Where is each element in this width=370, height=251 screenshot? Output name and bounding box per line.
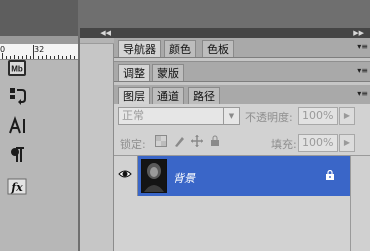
tab-swatches[interactable]: 色板 [202,40,234,57]
chevron-down-icon: ▼ [223,108,239,124]
ruler-label-32: 32 [34,45,45,54]
opacity-field[interactable]: 100% [298,107,338,125]
mini-bridge-icon[interactable]: Mb [6,57,28,79]
styles-icon[interactable]: fx [6,175,28,197]
layers-panel-tabbar: 图层 通道 路径 ▾≡ [114,85,370,105]
ruler-tick [54,56,55,59]
ruler-tick [38,56,39,59]
layer-name[interactable]: 背景 [173,170,195,186]
ruler-tick [70,55,71,59]
blend-mode-value: 正常 [122,109,144,122]
lock-label: 锁定: [120,138,146,151]
tab-paths[interactable]: 路径 [188,87,220,104]
lock-transparency-icon[interactable] [154,135,168,149]
adjustments-panel-tabbar: 调整 蒙版 ▾≡ [114,62,370,82]
dock-grip[interactable] [80,38,114,44]
lock-icon [325,169,335,180]
opacity-label: 不透明度: [245,111,293,124]
tab-adjustments[interactable]: 调整 [118,64,150,81]
panel-menu-icon[interactable]: ▾≡ [357,89,368,98]
tab-masks[interactable]: 蒙版 [152,64,184,81]
ruler-tick [2,53,3,59]
blend-mode-select[interactable]: 正常 ▼ [118,107,240,125]
paragraph-icon[interactable] [6,144,28,166]
tab-navigator[interactable]: 导航器 [118,40,161,57]
fill-field[interactable]: 100% [298,134,338,152]
tab-layers[interactable]: 图层 [118,87,150,104]
fill-label: 填充: [271,138,297,151]
icon-dock [80,38,114,251]
panels-collapse-button[interactable]: ▶▶ [114,28,370,38]
panel-menu-icon[interactable]: ▾≡ [357,66,368,75]
ruler-tick [58,55,59,59]
eye-icon[interactable] [118,168,132,180]
character-icon[interactable] [6,115,28,137]
lock-all-icon[interactable] [208,135,222,149]
ruler-tick [46,55,47,59]
svg-text:fx: fx [10,181,23,194]
layers-scrollbar[interactable] [350,156,370,251]
opacity-slider-button[interactable]: ▶ [339,107,355,125]
lock-position-icon[interactable] [190,135,204,149]
ruler-tick [62,56,63,59]
history-icon[interactable] [6,85,28,107]
tab-color[interactable]: 颜色 [164,40,196,57]
layer-thumbnail[interactable] [141,159,167,193]
ruler-tick [33,45,34,59]
ruler-tick [74,56,75,59]
panel-menu-icon[interactable]: ▾≡ [357,42,368,51]
svg-text:Mb: Mb [11,65,23,74]
ruler-tick [30,56,31,59]
ruler-tick [66,56,67,59]
fill-slider-button[interactable]: ▶ [339,134,355,152]
navigator-panel-tabbar: 导航器 颜色 色板 ▾≡ [114,38,370,58]
lock-pixels-icon[interactable] [172,135,186,149]
dock-collapse-button[interactable]: ◀◀ [80,28,114,38]
ruler-tick [50,56,51,59]
tab-channels[interactable]: 通道 [152,87,184,104]
ruler-tick [42,56,43,59]
canvas-top-band [0,0,78,36]
